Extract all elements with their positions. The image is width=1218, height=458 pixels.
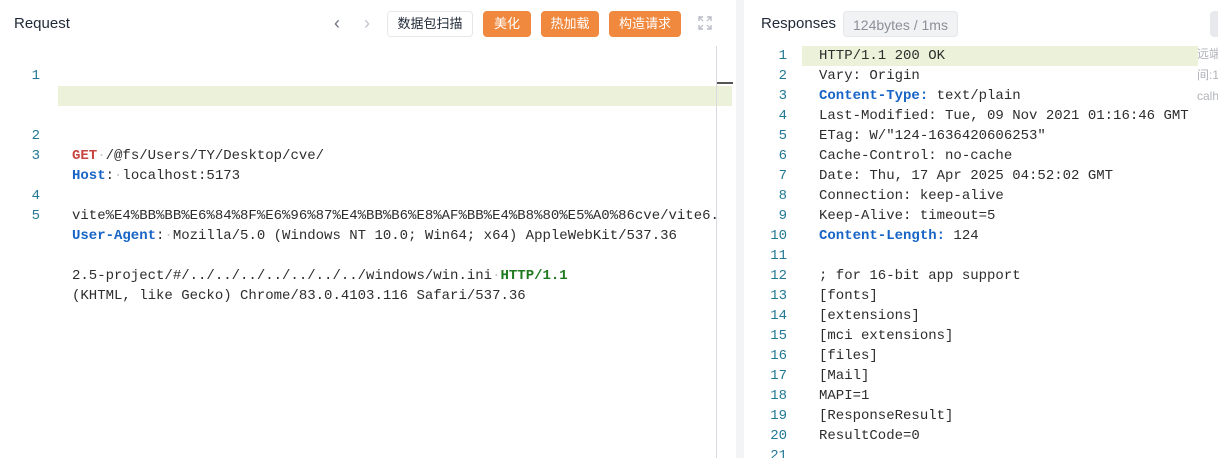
line-number: 5: [31, 208, 40, 224]
code-line: 2 Vary: Origin: [744, 66, 1218, 86]
header-value: text/plain: [928, 88, 1021, 104]
line-number: 4: [778, 108, 787, 124]
code-line: 11: [744, 246, 1218, 266]
line-number: 12: [770, 268, 787, 284]
response-stats-badge: 124bytes / 1ms: [843, 11, 958, 37]
code-line: 9 Keep-Alive: timeout=5: [744, 206, 1218, 226]
code-line: 16 [files]: [744, 346, 1218, 366]
line-text: Vary: Origin: [819, 68, 920, 84]
code-line: 5 ETag: W/"124-1636420606253": [744, 126, 1218, 146]
build-request-button[interactable]: 构造请求: [609, 11, 681, 37]
header-key: Content-Type:: [819, 88, 929, 104]
side-tab[interactable]: [1210, 11, 1218, 37]
line-number: 7: [778, 168, 787, 184]
line-text: ETag: W/"124-1636420606253": [819, 128, 1046, 144]
code-line: 4 Last-Modified: Tue, 09 Nov 2021 01:16:4…: [744, 106, 1218, 126]
code-line: 4: [0, 166, 736, 204]
line-number: 11: [770, 248, 787, 264]
line-text: [files]: [819, 348, 878, 364]
line-text: [fonts]: [819, 288, 878, 304]
vertical-scrollbar[interactable]: [716, 46, 717, 458]
line-number: 17: [770, 368, 787, 384]
line-text: MAPI=1: [819, 388, 870, 404]
request-editor[interactable]: 1 GET·/@fs/Users/TY/Desktop/cve/ vite%E4…: [0, 46, 736, 458]
line-text: Keep-Alive: timeout=5: [819, 208, 996, 224]
line-number: 20: [770, 428, 787, 444]
code-line: 2 Host:·localhost:5173: [0, 106, 736, 184]
code-line: 7 Date: Thu, 17 Apr 2025 04:52:02 GMT: [744, 166, 1218, 186]
code-line: 18 MAPI=1: [744, 386, 1218, 406]
code-line: 17 [Mail]: [744, 366, 1218, 386]
header-key-user-agent: User-Agent: [72, 228, 157, 244]
code-line: 8 Connection: keep-alive: [744, 186, 1218, 206]
line-number: 5: [778, 128, 787, 144]
response-editor[interactable]: 1 HTTP/1.1 200 OK 2 Vary: Origin 3 Content-Ty…: [744, 46, 1218, 458]
line-text: Last-Modified: Tue, 09 Nov 2021 01:16:46…: [819, 108, 1189, 124]
line-text: [mci extensions]: [819, 328, 954, 344]
line-text: [Mail]: [819, 368, 870, 384]
expand-icon[interactable]: [698, 16, 712, 30]
line-number: 13: [770, 288, 787, 304]
header-value-user-agent-2: (KHTML, like Gecko) Chrome/83.0.4103.116…: [72, 288, 526, 304]
line-text: Connection: keep-alive: [819, 188, 1004, 204]
code-line: 19 [ResponseResult]: [744, 406, 1218, 426]
line-text: HTTP/1.1 200 OK: [819, 48, 946, 64]
line-number: 1: [31, 68, 40, 84]
line-text: Date: Thu, 17 Apr 2025 04:52:02 GMT: [819, 168, 1114, 184]
line-number: 3: [31, 148, 40, 164]
code-line: 1 HTTP/1.1 200 OK: [744, 46, 1218, 66]
line-number: 2: [778, 68, 787, 84]
code-line: 3 User-Agent:·Mozilla/5.0 (Windows NT 10…: [0, 126, 736, 304]
scan-button[interactable]: 数据包扫描: [387, 11, 473, 37]
chevron-left-icon[interactable]: ‹: [327, 13, 347, 33]
code-line: 3 Content-Type: text/plain: [744, 86, 1218, 106]
response-header: Responses 124bytes / 1ms: [744, 0, 1218, 46]
code-line: 12 ; for 16-bit app support: [744, 266, 1218, 286]
code-line: 1 GET·/@fs/Users/TY/Desktop/cve/ vite%E4…: [0, 46, 736, 284]
code-line: 10 Content-Length: 124: [744, 226, 1218, 246]
request-title: Request: [14, 15, 70, 32]
beautify-button[interactable]: 美化: [483, 11, 531, 37]
line-number: 9: [778, 208, 787, 224]
line-number: 14: [770, 308, 787, 324]
code-line: 6 Cache-Control: no-cache: [744, 146, 1218, 166]
line-number: 1: [778, 48, 787, 64]
line-text: ResultCode=0: [819, 428, 920, 444]
scrollbar-marker: [717, 82, 733, 84]
line-text: [ResponseResult]: [819, 408, 954, 424]
code-line: 14 [extensions]: [744, 306, 1218, 326]
response-title: Responses: [761, 15, 837, 32]
line-number: 19: [770, 408, 787, 424]
code-line: 21: [744, 446, 1218, 458]
code-line: 5: [0, 186, 736, 224]
line-number: 18: [770, 388, 787, 404]
line-text: [extensions]: [819, 308, 920, 324]
header-value-user-agent-1: Mozilla/5.0 (Windows NT 10.0; Win64; x64…: [172, 228, 677, 244]
code-line: 15 [mci extensions]: [744, 326, 1218, 346]
chevron-right-icon[interactable]: ›: [357, 13, 377, 33]
line-number: 16: [770, 348, 787, 364]
line-number: 6: [778, 148, 787, 164]
line-text: ; for 16-bit app support: [819, 268, 1021, 284]
code-line: 13 [fonts]: [744, 286, 1218, 306]
header-key: Content-Length:: [819, 228, 946, 244]
line-number: 3: [778, 88, 787, 104]
response-panel: Responses 124bytes / 1ms 远端 间:1 calh 1 HT…: [744, 0, 1218, 458]
line-number: 15: [770, 328, 787, 344]
line-text: Cache-Control: no-cache: [819, 148, 1013, 164]
code-line: 20 ResultCode=0: [744, 426, 1218, 446]
header-value: 124: [945, 228, 979, 244]
line-number: 21: [770, 448, 787, 458]
line-number: 8: [778, 188, 787, 204]
line-number: 10: [770, 228, 787, 244]
request-header: Request ‹ › 数据包扫描 美化 热加载 构造请求: [0, 0, 736, 46]
hot-load-button[interactable]: 热加载: [541, 11, 599, 37]
request-panel: Request ‹ › 数据包扫描 美化 热加载 构造请求 1 GET·/@fs…: [0, 0, 736, 458]
